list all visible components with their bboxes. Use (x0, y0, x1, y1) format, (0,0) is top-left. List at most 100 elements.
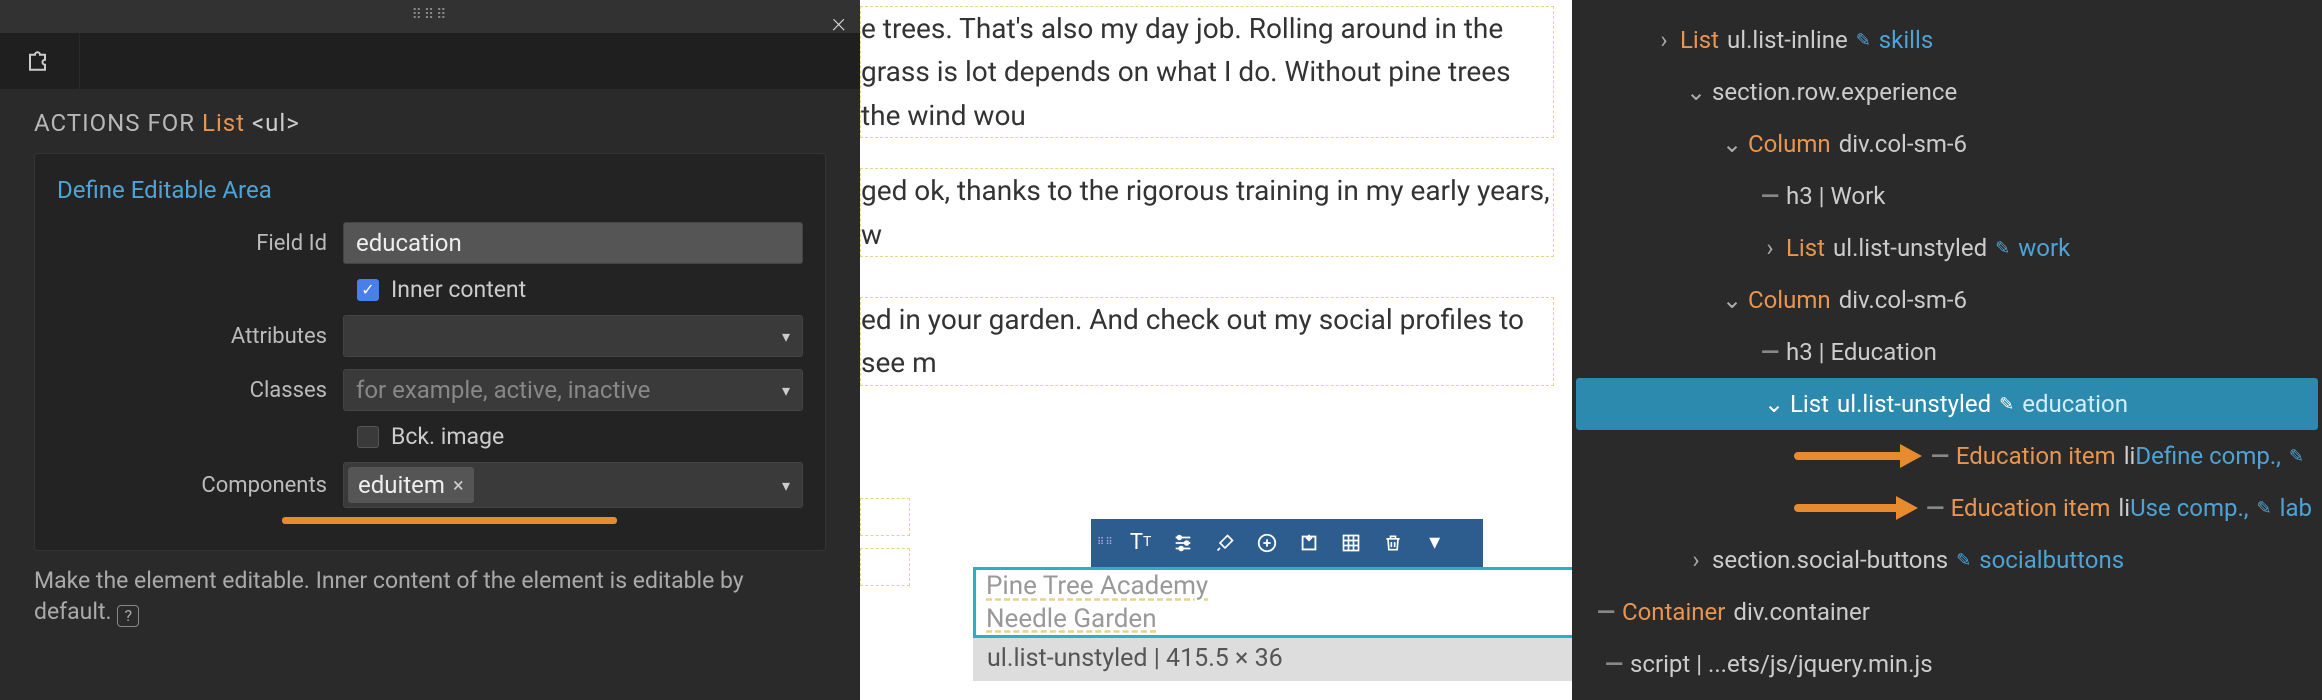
tree-row[interactable]: ›Listul.list-unstyled✎work (1572, 222, 2322, 274)
chevron-down-icon: ▾ (782, 381, 790, 400)
chevron-down-icon: ▾ (782, 476, 790, 495)
chevron-down-icon[interactable]: ▾ (1416, 524, 1454, 562)
edit-icon[interactable]: ✎ (1956, 550, 1971, 571)
tree-row[interactable]: —Container div.container (1572, 586, 2322, 638)
tree-node-link[interactable]: education (2022, 390, 2128, 418)
field-id-input[interactable] (343, 222, 803, 264)
dom-tree: ›Listul.list-inline✎skills⌄section.row.e… (1572, 0, 2322, 700)
drag-handle-icon[interactable]: ⠿⠿⠿ (412, 7, 449, 23)
arrow-marker (1794, 445, 1922, 467)
bck-image-label: Bck. image (391, 423, 504, 450)
add-circle-icon[interactable] (1248, 524, 1286, 562)
define-editable-section: Define Editable Area Field Id ✓ Inner co… (34, 153, 826, 551)
placeholder-box (860, 498, 910, 536)
tree-row[interactable]: —Education itemliDefine comp.,✎ (1572, 430, 2322, 482)
attributes-select[interactable]: ▾ (343, 315, 803, 357)
insert-icon[interactable] (1290, 524, 1328, 562)
panel-titlebar[interactable]: ⠿⠿⠿ × (0, 0, 860, 33)
body-paragraph[interactable]: e trees. That's also my day job. Rolling… (860, 6, 1554, 138)
list-item[interactable]: Pine Tree Academy (976, 570, 1572, 603)
tree-row[interactable]: ⌄List ul.list-unstyled ✎ education (1576, 378, 2318, 430)
tree-node-desc: ul.list-unstyled (1837, 390, 1991, 418)
tree-toggle-icon[interactable]: ⌄ (1762, 390, 1786, 418)
tree-node-link[interactable]: lab (2280, 494, 2312, 522)
tree-row[interactable]: —h3 | Education (1572, 326, 2322, 378)
tree-toggle-icon[interactable]: › (1758, 234, 1782, 262)
edit-icon[interactable]: ✎ (1999, 394, 2014, 415)
help-icon[interactable]: ? (117, 605, 139, 627)
tree-row[interactable]: ⌄Column div.col-sm-6 (1572, 274, 2322, 326)
element-name: List (202, 109, 245, 137)
tree-leaf-icon: — (1928, 442, 1952, 470)
components-select[interactable]: eduitem × ▾ (343, 462, 803, 508)
classes-placeholder: for example, active, inactive (356, 376, 650, 404)
tree-node-desc: ul.list-inline (1727, 26, 1848, 54)
body-paragraph[interactable]: ed in your garden. And check out my soci… (860, 297, 1554, 386)
tree-node-desc: div.container (1733, 598, 1869, 626)
tree-row[interactable]: —h3 | Work (1572, 170, 2322, 222)
tree-node-desc: h3 | Education (1786, 338, 1937, 366)
actions-prefix: ACTIONS FOR (34, 109, 202, 137)
token-remove-icon[interactable]: × (453, 473, 464, 497)
element-toolbar: ⠿⠿ TT ▾ (1091, 519, 1483, 567)
tree-row[interactable]: —script | ...ets/js/jquery.min.js (1572, 638, 2322, 690)
component-token: eduitem × (348, 467, 474, 503)
field-id-label: Field Id (57, 231, 343, 256)
edit-icon[interactable]: ✎ (1995, 238, 2010, 259)
grid-icon[interactable] (1332, 524, 1370, 562)
tree-toggle-icon[interactable]: ⌄ (1720, 286, 1744, 314)
tree-node-name: List (1786, 234, 1825, 262)
tree-node-desc: h3 | Work (1786, 182, 1885, 210)
text-size-icon[interactable]: TT (1122, 524, 1160, 562)
tree-node-desc: li (2118, 494, 2130, 522)
selected-list[interactable]: Pine Tree Academy Needle Garden (973, 567, 1572, 638)
trash-icon[interactable] (1374, 524, 1412, 562)
edit-icon[interactable]: ✎ (1856, 30, 1871, 51)
edit-icon[interactable]: ✎ (2257, 498, 2272, 519)
tree-row[interactable]: —Education itemliUse comp.,✎lab (1572, 482, 2322, 534)
tree-node-name: Column (1748, 130, 1831, 158)
close-icon[interactable]: × (832, 5, 847, 38)
edit-icon[interactable]: ✎ (2289, 446, 2304, 467)
placeholder-box (860, 548, 910, 586)
token-text: eduitem (358, 471, 445, 499)
inner-content-checkbox[interactable]: ✓ (357, 279, 379, 301)
extensions-tab[interactable] (0, 33, 80, 89)
list-item[interactable]: Needle Garden (976, 603, 1572, 636)
tree-leaf-icon: — (1594, 598, 1618, 626)
tree-row[interactable]: ⌄section.row.experience (1572, 66, 2322, 118)
tree-node-name: Column (1748, 286, 1831, 314)
body-paragraph[interactable]: ged ok, thanks to the rigorous training … (860, 168, 1554, 257)
tree-leaf-icon: — (1758, 182, 1782, 210)
section-title[interactable]: Define Editable Area (57, 176, 803, 204)
tree-toggle-icon[interactable]: › (1684, 546, 1708, 574)
chevron-down-icon: ▾ (782, 327, 790, 346)
tree-node-name: Container (1622, 598, 1725, 626)
tree-node-link[interactable]: Define comp., (2135, 442, 2281, 470)
tree-node-desc: div.col-sm-6 (1839, 286, 1967, 314)
tree-leaf-icon: — (1758, 338, 1782, 366)
tree-node-desc: section.social-buttons (1712, 546, 1948, 574)
tree-node-link[interactable]: Use comp., (2130, 494, 2248, 522)
tree-node-link[interactable]: skills (1879, 26, 1933, 54)
tree-toggle-icon[interactable]: › (1652, 26, 1676, 54)
tree-toggle-icon[interactable]: ⌄ (1684, 78, 1708, 106)
arrow-marker (1794, 497, 1918, 519)
brush-icon[interactable] (1206, 524, 1244, 562)
tree-toggle-icon[interactable]: ⌄ (1720, 130, 1744, 158)
tree-node-desc: div.col-sm-6 (1839, 130, 1967, 158)
tree-row[interactable]: ›Listul.list-inline✎skills (1572, 14, 2322, 66)
tree-row[interactable]: ⌄Column div.col-sm-6 (1572, 118, 2322, 170)
selected-element[interactable]: ⠿⠿ TT ▾ Pine Tree Academy Ne (973, 519, 1572, 681)
classes-select[interactable]: for example, active, inactive ▾ (343, 369, 803, 411)
tree-node-link[interactable]: work (2018, 234, 2070, 262)
tree-node-name: Education item (1951, 494, 2111, 522)
sliders-icon[interactable] (1164, 524, 1202, 562)
tree-node-name: List (1790, 390, 1829, 418)
tree-node-link[interactable]: socialbuttons (1979, 546, 2124, 574)
element-tag: <ul> (252, 109, 300, 137)
drag-handle-icon[interactable]: ⠿⠿ (1097, 535, 1114, 551)
tree-row[interactable]: ›section.social-buttons ✎ socialbuttons (1572, 534, 2322, 586)
bck-image-checkbox[interactable] (357, 426, 379, 448)
selection-info: ul.list-unstyled | 415.5 × 36 (973, 638, 1572, 681)
